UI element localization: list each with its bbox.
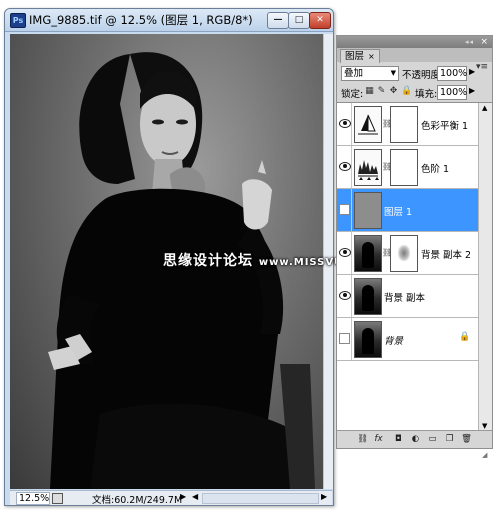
layer-row-color-balance[interactable]: ⛓ 色彩平衡 1 xyxy=(337,103,478,146)
panel-footer: ⛓ fx ◘ ◐ ▭ ❐ 🗑 xyxy=(337,430,492,448)
blend-mode-select[interactable]: 叠加 ▼ xyxy=(341,66,399,81)
layer-thumbnail xyxy=(354,278,382,315)
layer-row-layer-1[interactable]: 图层 1 xyxy=(337,189,478,232)
lock-transparent-icon[interactable]: ▦ xyxy=(365,86,374,96)
layer-style-icon[interactable]: fx xyxy=(373,434,384,445)
layer-thumbnail xyxy=(354,235,382,272)
layers-panel: ◂◂ × 图层 × ▾≡ 叠加 ▼ 不透明度: 100% ▶ 锁定: ▦ ✎ ✥ … xyxy=(336,35,493,449)
scroll-up-arrow-icon[interactable]: ▲ xyxy=(482,104,487,112)
layer-mask-thumbnail[interactable] xyxy=(390,149,418,186)
layer-name: 色彩平衡 1 xyxy=(421,121,469,132)
lock-label: 锁定: xyxy=(341,89,364,100)
collapse-icon[interactable]: ◂◂ xyxy=(465,38,474,46)
layer-name: 背景 副本 2 xyxy=(421,250,472,261)
visibility-toggle[interactable] xyxy=(337,232,352,274)
scroll-right-arrow-icon[interactable]: ▶ xyxy=(321,492,327,501)
layer-name: 背景 xyxy=(384,336,404,347)
layer-name: 图层 1 xyxy=(384,207,413,218)
watermark-text: 思缘设计论坛 xyxy=(163,253,253,269)
group-folder-icon[interactable]: ▭ xyxy=(427,434,438,445)
color-balance-adjustment-icon xyxy=(354,106,382,143)
eye-icon xyxy=(339,248,351,257)
lock-all-icon[interactable]: 🔒 xyxy=(401,86,412,96)
layer-row-levels[interactable]: ⛓ 色阶 1 xyxy=(337,146,478,189)
minimize-button[interactable]: — xyxy=(267,12,289,29)
visibility-toggle[interactable] xyxy=(337,275,352,317)
fill-slider-arrow-icon[interactable]: ▶ xyxy=(469,86,475,95)
lock-position-icon[interactable]: ✥ xyxy=(389,86,398,96)
layer-row-background[interactable]: 背景 🔒 xyxy=(337,318,478,361)
document-titlebar[interactable]: Ps IMG_9885.tif @ 12.5% (图层 1, RGB/8*) —… xyxy=(5,9,333,32)
horizontal-scrollbar[interactable] xyxy=(202,493,319,504)
link-layers-icon[interactable]: ⛓ xyxy=(357,434,368,445)
layer-mask-thumbnail[interactable] xyxy=(390,106,418,143)
layer-name: 色阶 1 xyxy=(421,164,450,175)
link-chain-icon[interactable]: ⛓ xyxy=(382,119,392,129)
opacity-field[interactable]: 100% xyxy=(437,66,467,81)
new-layer-icon[interactable]: ❐ xyxy=(444,434,455,445)
chevron-down-icon: ▼ xyxy=(390,69,396,77)
opacity-slider-arrow-icon[interactable]: ▶ xyxy=(469,67,475,76)
document-title: IMG_9885.tif @ 12.5% (图层 1, RGB/8*) xyxy=(29,13,253,27)
panel-header[interactable]: ◂◂ × xyxy=(337,36,492,48)
zoom-level-field[interactable]: 12.5% xyxy=(16,492,50,505)
visibility-toggle[interactable] xyxy=(337,318,352,360)
fill-label: 填充: xyxy=(415,89,438,100)
layer-mask-thumbnail[interactable] xyxy=(390,235,418,272)
close-button[interactable]: ✕ xyxy=(309,12,331,29)
layer-name: 背景 副本 xyxy=(384,293,426,304)
panel-close-icon[interactable]: × xyxy=(480,36,488,48)
blend-mode-value: 叠加 xyxy=(344,68,364,79)
eye-icon xyxy=(339,119,351,128)
layer-row-background-copy[interactable]: 背景 副本 xyxy=(337,275,478,318)
layer-list-scrollbar[interactable]: ▲ ▼ xyxy=(478,103,492,431)
link-chain-icon[interactable]: ⛓ xyxy=(382,248,392,258)
status-menu-arrow-icon[interactable]: ▶ xyxy=(180,492,186,501)
eye-icon xyxy=(339,162,351,171)
adjustment-layer-icon[interactable]: ◐ xyxy=(410,434,421,445)
layer-thumbnail xyxy=(354,192,382,229)
scroll-left-arrow-icon[interactable]: ◀ xyxy=(192,492,198,501)
lock-icon: 🔒 xyxy=(459,332,471,342)
maximize-button[interactable]: □ xyxy=(288,12,310,29)
document-info-icon[interactable] xyxy=(52,493,63,504)
levels-adjustment-icon xyxy=(354,149,382,186)
hidden-eye-box-icon xyxy=(339,204,350,215)
document-size: 文档:60.2M/249.7M xyxy=(92,495,183,506)
delete-trash-icon[interactable]: 🗑 xyxy=(461,434,472,445)
eye-icon xyxy=(339,291,351,300)
photoshop-doc-icon: Ps xyxy=(10,13,26,28)
fill-field[interactable]: 100% xyxy=(437,85,467,100)
link-chain-icon[interactable]: ⛓ xyxy=(382,162,392,172)
panel-menu-icon[interactable]: ▾≡ xyxy=(476,62,488,72)
tab-layers[interactable]: 图层 × xyxy=(340,49,380,63)
visibility-toggle[interactable] xyxy=(337,189,352,231)
panel-tabbar: 图层 × ▾≡ xyxy=(337,48,492,72)
lock-image-icon[interactable]: ✎ xyxy=(377,86,386,96)
layer-row-background-copy-2[interactable]: ⛓ 背景 副本 2 xyxy=(337,232,478,275)
hidden-eye-box-icon xyxy=(339,333,350,344)
scroll-down-arrow-icon[interactable]: ▼ xyxy=(482,422,487,430)
layer-list: ⛓ 色彩平衡 1 ⛓ 色阶 1 图层 1 ⛓ 背景 副本 2 背景 副本 背景 … xyxy=(337,102,492,431)
resize-gripper-icon[interactable]: ◢ xyxy=(482,451,490,459)
visibility-toggle[interactable] xyxy=(337,146,352,188)
visibility-toggle[interactable] xyxy=(337,103,352,145)
layer-thumbnail xyxy=(354,321,382,358)
tab-layers-label: 图层 xyxy=(345,51,365,62)
tab-close-icon[interactable]: × xyxy=(368,52,375,61)
status-bar: 12.5% 文档:60.2M/249.7M ▶ ◀ ▶ xyxy=(10,490,332,506)
add-mask-icon[interactable]: ◘ xyxy=(393,434,404,445)
